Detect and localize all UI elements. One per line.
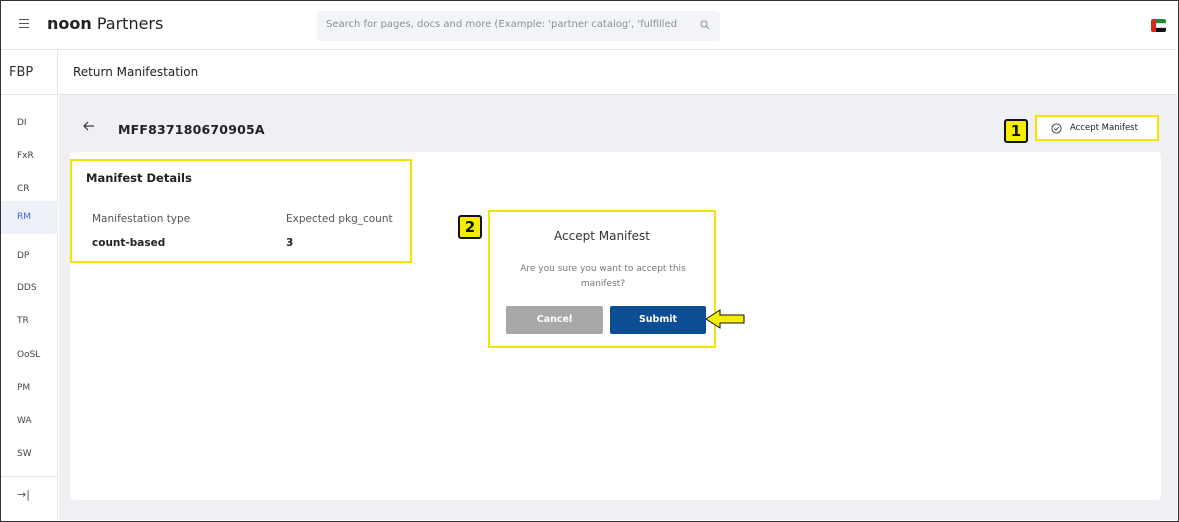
page-header: Return Manifestation <box>59 51 1177 95</box>
manifest-details-title: Manifest Details <box>86 171 192 185</box>
accept-manifest-label: Accept Manifest <box>1070 123 1138 133</box>
sidebar-item-pm[interactable]: PM <box>1 372 58 405</box>
submit-button[interactable]: Submit <box>610 306 706 334</box>
brand-logo[interactable]: noon Partners <box>47 14 163 33</box>
sidebar: FBP DI FxR CR RM DP DDS TR OoSL PM WA SW… <box>1 51 58 520</box>
uae-flag-icon[interactable] <box>1151 19 1166 32</box>
manifest-id: MFF837180670905A <box>118 122 265 137</box>
brand-name-bold: noon <box>47 14 92 33</box>
dialog-title: Accept Manifest <box>554 229 650 243</box>
sidebar-item-dp[interactable]: DP <box>1 240 58 273</box>
brand-name-rest: Partners <box>91 14 164 33</box>
sidebar-item-oosl[interactable]: OoSL <box>1 339 58 372</box>
expected-pkg-count-value: 3 <box>286 237 294 249</box>
sidebar-item-fxr[interactable]: FxR <box>1 140 58 173</box>
menu-icon[interactable] <box>17 16 31 34</box>
sidebar-divider <box>1 476 58 477</box>
search-placeholder[interactable]: Search for pages, docs and more (Example… <box>326 19 686 30</box>
collapse-sidebar-icon[interactable]: →| <box>17 488 30 501</box>
accept-manifest-dialog: Accept Manifest Are you sure you want to… <box>488 210 716 348</box>
top-bar: noon Partners Search for pages, docs and… <box>1 1 1177 50</box>
search-icon[interactable] <box>700 20 710 30</box>
cancel-button[interactable]: Cancel <box>506 306 603 334</box>
accept-manifest-button[interactable]: Accept Manifest <box>1035 115 1159 141</box>
sidebar-title: FBP <box>1 51 58 95</box>
manifest-details-panel: Manifest Details Manifestation type coun… <box>70 159 412 263</box>
sidebar-item-di[interactable]: DI <box>1 107 58 140</box>
back-arrow-icon[interactable] <box>83 119 95 135</box>
pointer-arrow-icon <box>705 309 745 329</box>
manifestation-type-label: Manifestation type <box>92 213 191 225</box>
sidebar-item-rm[interactable]: RM <box>1 201 58 234</box>
sidebar-item-dds[interactable]: DDS <box>1 272 58 305</box>
dialog-message: Are you sure you want to accept this man… <box>520 264 686 289</box>
callout-badge-1: 1 <box>1004 119 1028 143</box>
manifestation-type-value: count-based <box>92 237 166 249</box>
page-title: Return Manifestation <box>73 65 199 79</box>
expected-pkg-count-label: Expected pkg_count <box>286 213 393 225</box>
sidebar-item-sw[interactable]: SW <box>1 438 58 471</box>
sidebar-item-tr[interactable]: TR <box>1 305 58 338</box>
main-content: MFF837180670905A 1 Accept Manifest Manif… <box>59 95 1177 520</box>
sidebar-item-wa[interactable]: WA <box>1 405 58 438</box>
check-circle-icon <box>1051 123 1062 134</box>
search-bar[interactable]: Search for pages, docs and more (Example… <box>317 11 720 41</box>
callout-badge-2: 2 <box>458 215 482 239</box>
